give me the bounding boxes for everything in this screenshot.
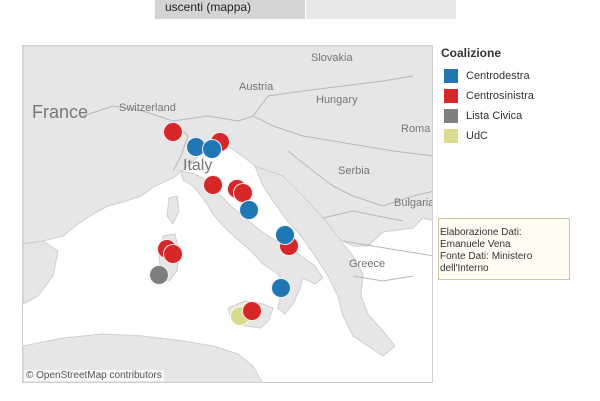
legend-label: Lista Civica — [466, 110, 523, 122]
legend-item-udc[interactable]: UdC — [441, 126, 591, 146]
legend-label: UdC — [466, 130, 489, 142]
legend-swatch — [444, 69, 458, 83]
map-marker-centrosinistra[interactable] — [242, 301, 262, 321]
label-greece: Greece — [349, 258, 386, 270]
note-line: Fonte Dati: Ministero — [440, 251, 533, 262]
note-line: Elaborazione Dati: — [440, 227, 522, 238]
note-line: dell'Interno — [440, 263, 489, 274]
label-austria: Austria — [239, 81, 274, 93]
map-marker-centrosinistra[interactable] — [163, 122, 183, 142]
legend-item-centrosinistra[interactable]: Centrosinistra — [441, 86, 591, 106]
map-marker-centrodestra[interactable] — [202, 139, 222, 159]
map-marker-centrodestra[interactable] — [239, 200, 259, 220]
data-source-note: Elaborazione Dati: Emanuele Vena Fonte D… — [438, 218, 570, 280]
label-bulgaria: Bulgaria — [394, 197, 433, 209]
map-marker-centrodestra[interactable] — [271, 278, 291, 298]
legend-item-centrodestra[interactable]: Centrodestra — [441, 66, 591, 86]
map-canvas — [23, 46, 432, 382]
note-line: Emanuele Vena — [440, 239, 511, 250]
legend: Coalizione Centrodestra Centrosinistra L… — [441, 46, 591, 146]
label-france: France — [32, 102, 89, 122]
label-serbia: Serbia — [338, 165, 370, 177]
tab-uscenti-mappa[interactable]: uscenti (mappa) — [155, 0, 305, 19]
tab-secondary[interactable] — [306, 0, 456, 19]
legend-label: Centrodestra — [466, 70, 530, 82]
legend-title: Coalizione — [441, 46, 502, 60]
legend-swatch — [444, 109, 458, 123]
label-slovakia: Slovakia — [311, 52, 353, 64]
legend-swatch — [444, 129, 458, 143]
map-attribution: © OpenStreetMap contributors — [24, 370, 164, 381]
legend-label: Centrosinistra — [466, 90, 534, 102]
label-switzerland: Switzerland — [119, 102, 176, 114]
map-marker-centrosinistra[interactable] — [203, 175, 223, 195]
legend-item-lista-civica[interactable]: Lista Civica — [441, 106, 591, 126]
map-marker-lista-civica[interactable] — [149, 265, 169, 285]
map-marker-centrosinistra[interactable] — [163, 244, 183, 264]
label-roma: Roma — [401, 123, 431, 135]
label-hungary: Hungary — [316, 94, 358, 106]
map-marker-centrodestra[interactable] — [275, 225, 295, 245]
legend-swatch — [444, 89, 458, 103]
label-italy: Italy — [183, 157, 213, 174]
map-view[interactable]: France Switzerland Austria Slovakia Hung… — [22, 45, 433, 383]
